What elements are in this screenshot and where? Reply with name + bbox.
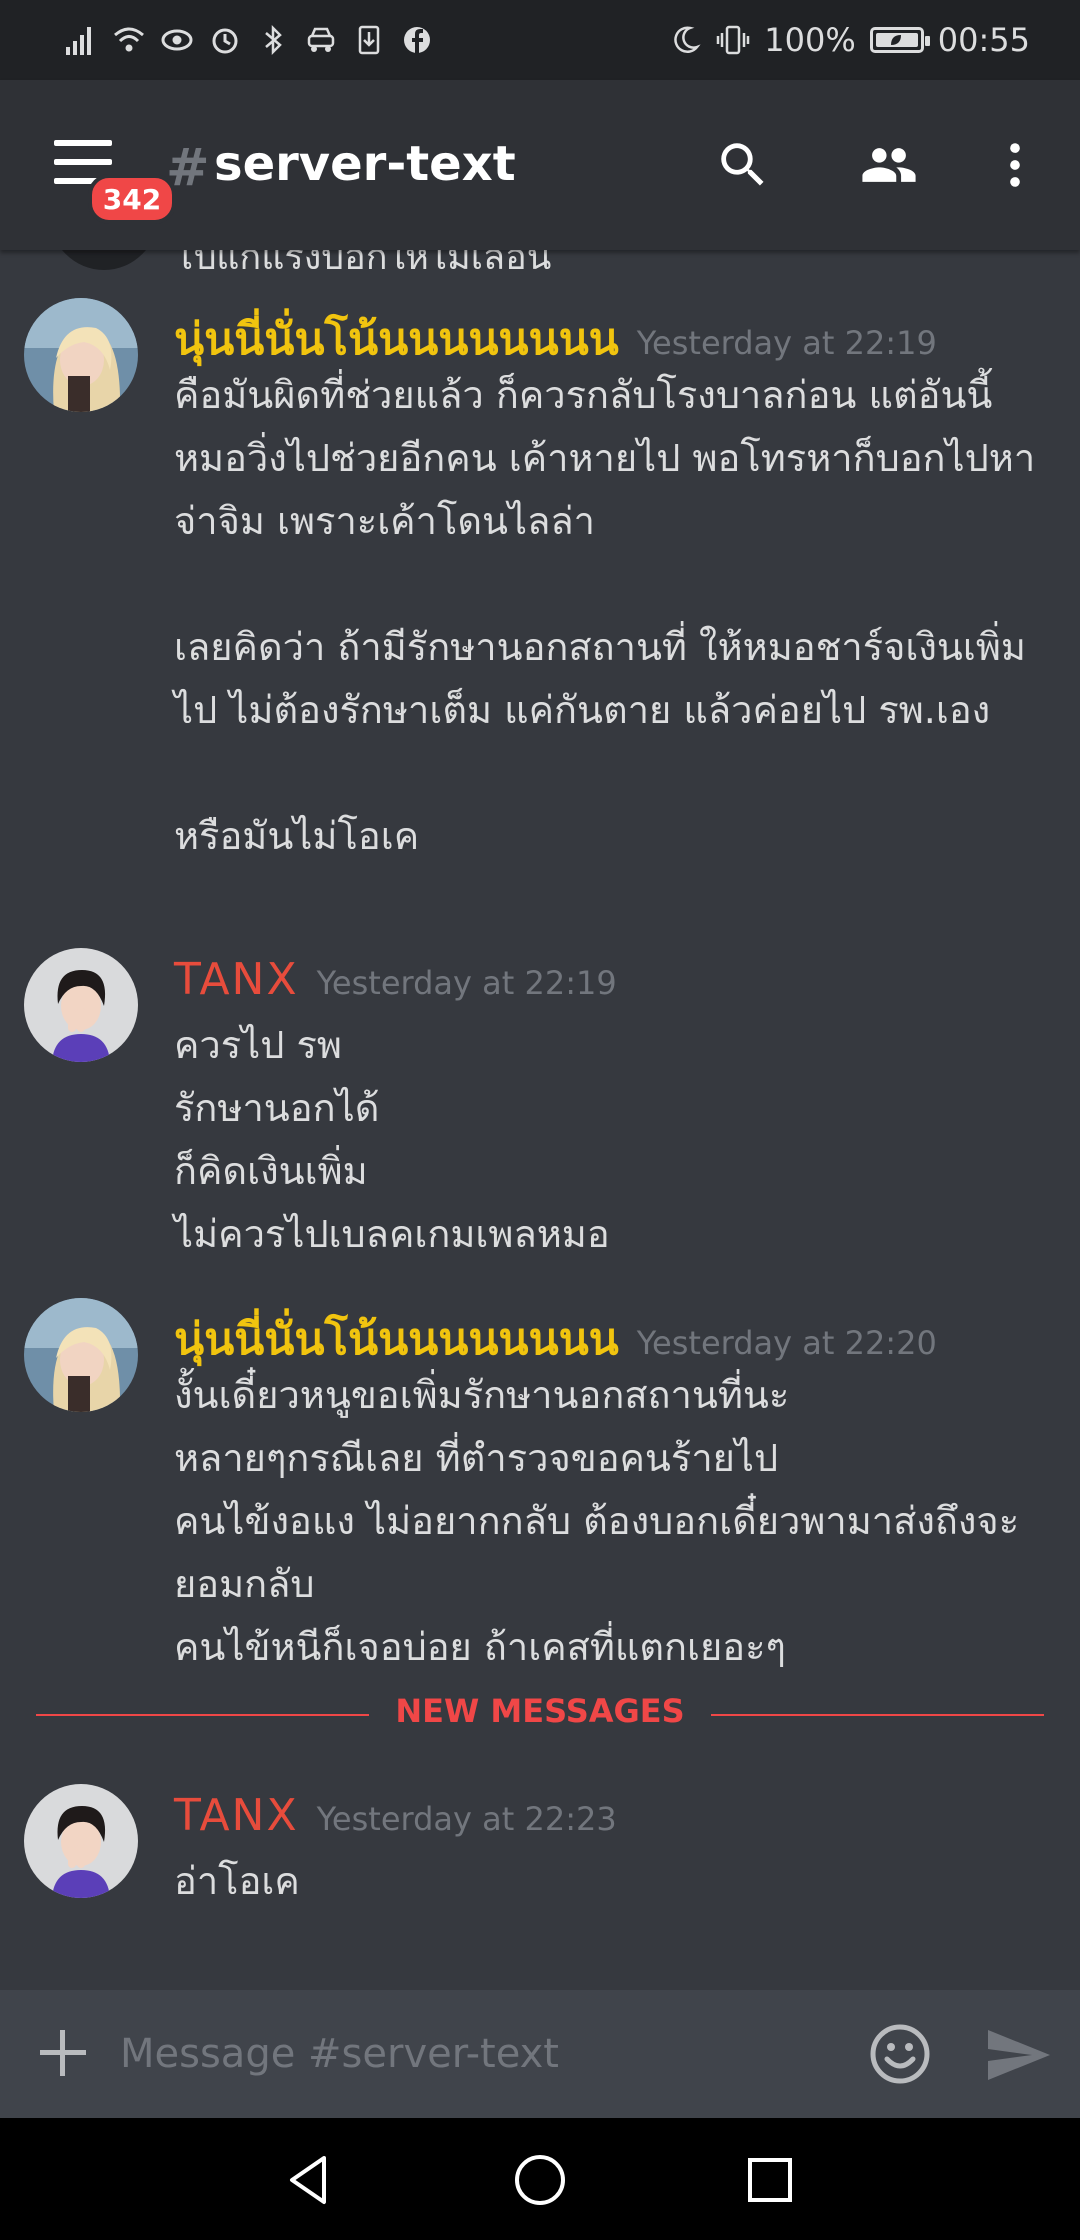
channel-hash-icon: # <box>166 138 210 198</box>
members-button[interactable] <box>858 134 920 196</box>
recents-icon <box>748 2158 792 2202</box>
emoji-icon <box>870 2024 930 2084</box>
facebook-icon <box>400 23 434 57</box>
home-icon <box>515 2155 565 2205</box>
menu-icon <box>54 140 112 146</box>
avatar[interactable] <box>24 298 138 412</box>
bluetooth-icon <box>256 23 290 57</box>
message-timestamp: Yesterday at 22:19 <box>316 964 617 1002</box>
avatar[interactable] <box>24 1784 138 1898</box>
message-author[interactable]: TANX Yesterday at 22:19 <box>174 954 617 1005</box>
leaf-icon <box>890 35 901 45</box>
author-name[interactable]: TANX <box>174 1790 299 1841</box>
search-button[interactable] <box>712 134 774 196</box>
unread-badge: 342 <box>88 174 176 224</box>
message-list[interactable]: โปแก้แรงบอกให้ไม่เลื่อน นุ่นนี่นั่นโน้นน… <box>0 250 1080 1990</box>
message-author[interactable]: TANX Yesterday at 22:23 <box>174 1790 617 1841</box>
message-timestamp: Yesterday at 22:20 <box>636 1324 937 1362</box>
new-messages-label: NEW MESSAGES <box>0 1692 1080 1730</box>
author-name[interactable]: นุ่นนี่นั่นโน้นนนนนนนน <box>174 314 619 365</box>
message-body: คือมันผิดที่ช่วยแล้ว ก็ควรกลับโรงบาลก่อน… <box>174 364 1044 868</box>
recents-button[interactable] <box>738 2148 802 2212</box>
message-body: งั้นเดี๋ยวหนูขอเพิ่มรักษานอกสถานที่นะ หล… <box>174 1364 1044 1679</box>
car-mode-icon <box>304 23 338 57</box>
channel-name[interactable]: server-text <box>214 136 516 192</box>
system-nav-bar <box>0 2118 1080 2240</box>
status-bar: 100% 00:55 <box>0 0 1080 80</box>
menu-icon-bar <box>54 159 112 165</box>
author-name[interactable]: TANX <box>174 954 299 1005</box>
message-text: คือมันผิดที่ช่วยแล้ว ก็ควรกลับโรงบาลก่อน… <box>174 373 1036 858</box>
message-composer <box>0 1990 1080 2118</box>
emoji-button[interactable] <box>866 2020 934 2088</box>
status-right-icons: 100% 00:55 <box>668 21 1030 59</box>
alarm-icon <box>208 23 242 57</box>
vibrate-icon <box>716 23 750 57</box>
send-button[interactable] <box>984 2020 1054 2090</box>
back-button[interactable] <box>278 2148 342 2212</box>
avatar[interactable] <box>24 1298 138 1412</box>
message-timestamp: Yesterday at 22:23 <box>316 1800 617 1838</box>
avatar[interactable] <box>50 250 158 270</box>
home-button[interactable] <box>508 2148 572 2212</box>
avatar[interactable] <box>24 948 138 1062</box>
more-options-button[interactable] <box>984 134 1046 196</box>
message-text: งั้นเดี๋ยวหนูขอเพิ่มรักษานอกสถานที่นะ หล… <box>174 1373 1020 1669</box>
status-left-icons <box>64 23 434 57</box>
more-vertical-icon <box>1010 143 1020 187</box>
author-name[interactable]: นุ่นนี่นั่นโน้นนนนนนนน <box>174 1314 619 1365</box>
search-icon <box>721 143 764 186</box>
battery-percent: 100% <box>764 21 856 59</box>
message-body: ควรไป รพ รักษานอกได้ ก็คิดเงินเพิ่ม ไม่ค… <box>174 1014 1044 1266</box>
download-icon <box>352 23 386 57</box>
wifi-icon <box>112 23 146 57</box>
message-input[interactable] <box>118 2018 842 2090</box>
moon-icon <box>668 23 702 57</box>
message-text-partial: โปแก้แรงบอกให้ไม่เลื่อน <box>174 250 552 278</box>
message-body: อ่าโอเค <box>174 1850 1044 1913</box>
eye-icon <box>160 23 194 57</box>
message-text: ควรไป รพ รักษานอกได้ ก็คิดเงินเพิ่ม ไม่ค… <box>174 1023 610 1256</box>
message-text: อ่าโอเค <box>174 1859 300 1903</box>
back-icon <box>290 2156 326 2204</box>
clock: 00:55 <box>937 21 1030 59</box>
new-messages-text: NEW MESSAGES <box>369 1692 711 1730</box>
members-icon <box>862 148 916 182</box>
message-timestamp: Yesterday at 22:19 <box>636 324 937 362</box>
channel-header: 342 # server-text <box>0 80 1080 250</box>
signal-icon <box>64 23 98 57</box>
send-icon <box>988 2030 1050 2080</box>
add-attachment-button[interactable] <box>36 2026 90 2080</box>
battery-icon <box>869 27 930 53</box>
